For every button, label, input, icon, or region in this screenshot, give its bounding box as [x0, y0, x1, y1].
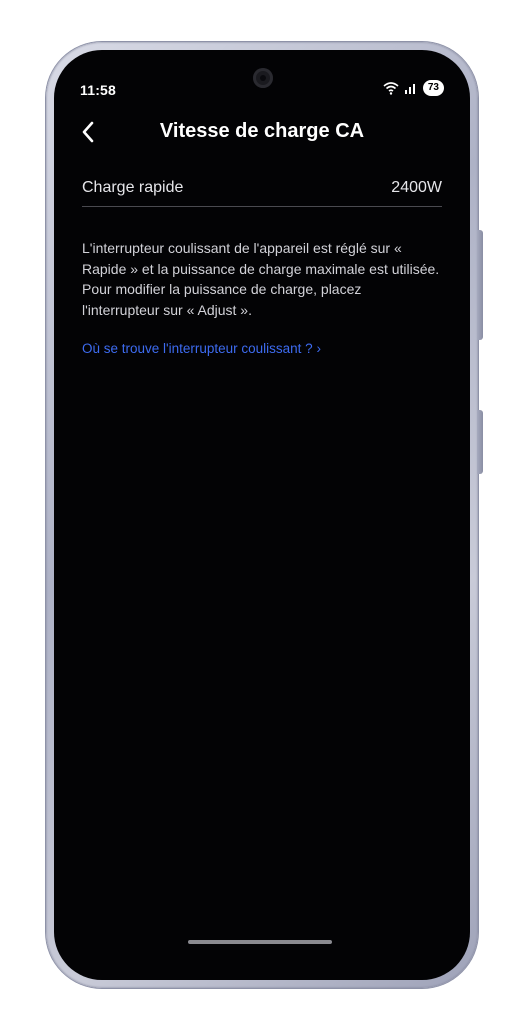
page-title: Vitesse de charge CA	[159, 120, 365, 142]
signal-icon	[404, 84, 415, 94]
row-label: Charge rapide	[82, 179, 184, 196]
status-icons: 73	[383, 80, 444, 96]
slider-location-link[interactable]: Où se trouve l'interrupteur coulissant ?…	[82, 341, 321, 356]
home-indicator[interactable]	[188, 940, 332, 944]
description-text: L'interrupteur coulissant de l'appareil …	[82, 240, 440, 318]
wifi-icon	[383, 82, 399, 95]
screen: 11:58 73 Vitesse de charge CA Charge rap…	[54, 50, 470, 980]
power-button	[477, 410, 483, 474]
row-value: 2400W	[391, 179, 442, 196]
status-time: 11:58	[80, 82, 117, 98]
front-camera	[253, 68, 273, 88]
volume-button	[477, 230, 483, 340]
battery-badge: 73	[422, 80, 444, 96]
phone-frame: 11:58 73 Vitesse de charge CA Charge rap…	[46, 42, 483, 988]
charge-speed-row[interactable]: Charge rapide 2400W	[82, 170, 442, 207]
